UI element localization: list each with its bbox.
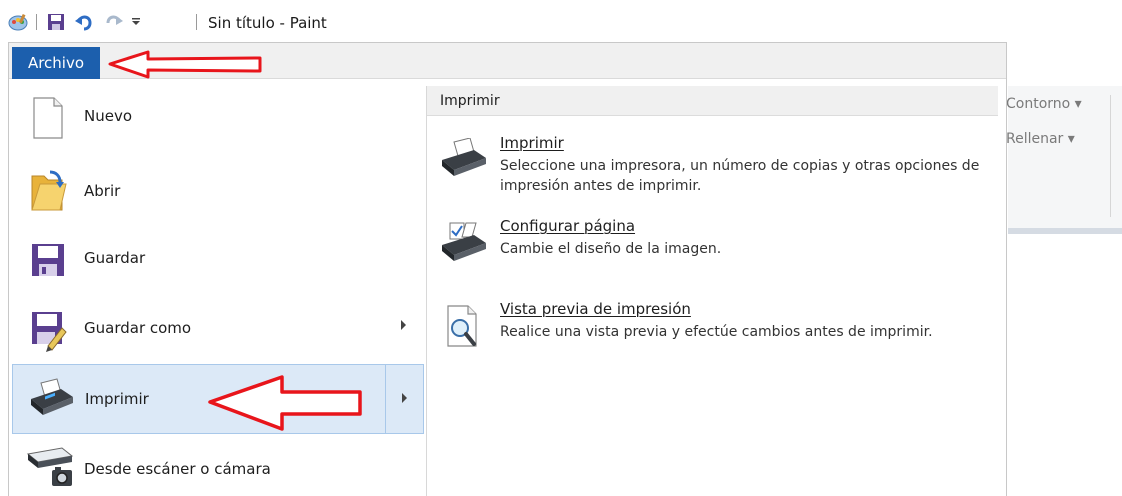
file-tab[interactable]: Archivo [12, 47, 100, 79]
submenu-item-title: Imprimir [500, 134, 564, 152]
submenu-item-title: Configurar página [500, 217, 636, 235]
title-separator [196, 14, 197, 30]
menu-item-label: Imprimir [85, 390, 149, 408]
menu-item-label: Nuevo [84, 107, 133, 125]
page-setup-icon [438, 221, 488, 265]
submenu-arrow-icon [401, 320, 406, 330]
window-title: Sin título - Paint [208, 14, 327, 32]
submenu-item-description: Realice una vista previa y efectúe cambi… [500, 324, 933, 340]
print-submenu-header [427, 86, 998, 116]
ribbon-fill-dropdown[interactable]: Rellenar ▾ [1006, 131, 1075, 147]
redo-icon[interactable] [102, 12, 126, 32]
paint-app-icon[interactable] [6, 12, 30, 32]
new-document-icon [26, 96, 70, 140]
menu-item-label: Guardar [84, 249, 146, 267]
submenu-item-print-preview[interactable]: Vista previa de impresión Realice una vi… [432, 300, 992, 366]
ribbon-border [1008, 228, 1122, 234]
open-folder-icon [26, 166, 70, 211]
menu-item-save-as[interactable]: Guardar como [12, 292, 424, 362]
title-bar [0, 0, 1122, 42]
printer-icon [438, 137, 488, 182]
annotation-arrow-print [208, 375, 362, 431]
print-preview-icon [438, 304, 488, 348]
save-as-icon [26, 306, 70, 352]
ribbon-divider [1110, 95, 1111, 217]
submenu-item-page-setup[interactable]: Configurar página Cambie el diseño de la… [432, 217, 992, 267]
submenu-arrow-icon[interactable] [402, 393, 407, 403]
undo-icon[interactable] [72, 12, 96, 32]
menu-item-open[interactable]: Abrir [12, 152, 424, 222]
save-icon[interactable] [44, 12, 68, 32]
menu-item-label: Abrir [84, 182, 121, 200]
menu-item-save[interactable]: Guardar [12, 222, 424, 292]
submenu-item-title: Vista previa de impresión [500, 300, 691, 318]
annotation-arrow-file [108, 50, 262, 79]
customize-dropdown-icon[interactable] [128, 12, 144, 32]
ribbon-outline-dropdown[interactable]: Contorno ▾ [1006, 96, 1082, 112]
submenu-item-description: Cambie el diseño de la imagen. [500, 241, 722, 257]
submenu-split [385, 365, 386, 433]
save-icon [26, 236, 70, 280]
menu-item-label: Desde escáner o cámara [84, 460, 271, 478]
menu-item-scanner[interactable]: Desde escáner o cámara [12, 434, 424, 496]
print-submenu-title: Imprimir [440, 93, 500, 109]
menu-item-new[interactable]: Nuevo [12, 82, 424, 152]
printer-icon [27, 377, 73, 421]
submenu-item-description: Seleccione una impresora, un número de c… [500, 158, 980, 194]
quick-access-separator [36, 14, 37, 30]
submenu-item-print[interactable]: Imprimir Seleccione una impresora, un nú… [432, 134, 992, 200]
menu-item-label: Guardar como [84, 319, 192, 337]
scanner-icon [26, 444, 74, 488]
